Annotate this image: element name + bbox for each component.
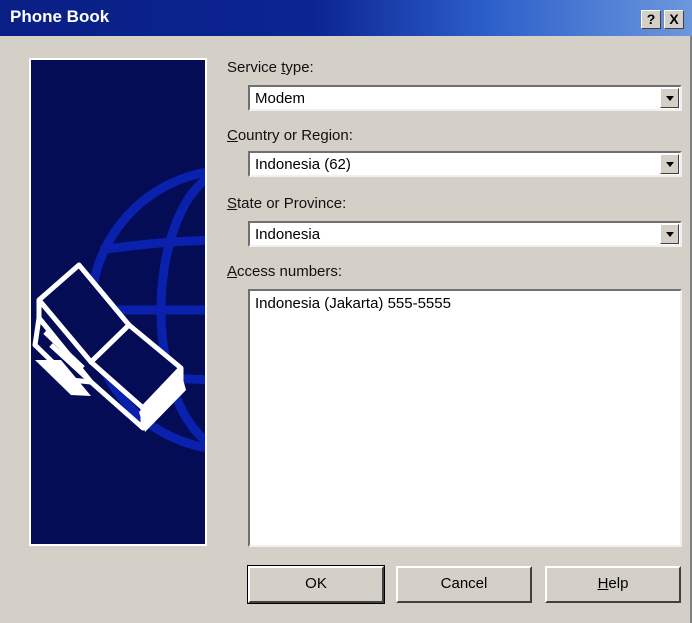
close-button[interactable]: X xyxy=(664,10,684,29)
help-button[interactable]: Help xyxy=(545,566,681,603)
phone-book-dialog: Phone Book ? X Service type: Modem Count… xyxy=(0,0,692,623)
window-title: Phone Book xyxy=(10,7,110,26)
chevron-down-icon[interactable] xyxy=(660,154,679,174)
service-type-combo[interactable]: Modem xyxy=(248,85,682,111)
country-region-value: Indonesia (62) xyxy=(255,156,351,173)
access-numbers-list[interactable]: Indonesia (Jakarta) 555-5555 xyxy=(248,289,682,547)
help-title-button[interactable]: ? xyxy=(641,10,661,29)
cancel-button[interactable]: Cancel xyxy=(396,566,532,603)
phone-book-graphic xyxy=(29,58,207,546)
country-region-label: Country or Region: xyxy=(227,127,353,144)
chevron-down-icon[interactable] xyxy=(660,224,679,244)
country-region-combo[interactable]: Indonesia (62) xyxy=(248,151,682,177)
state-province-combo[interactable]: Indonesia xyxy=(248,221,682,247)
chevron-down-icon[interactable] xyxy=(660,88,679,108)
access-numbers-label: Access numbers: xyxy=(227,263,343,280)
service-type-value: Modem xyxy=(255,90,306,107)
state-province-label: State or Province: xyxy=(227,195,347,212)
title-bar[interactable]: Phone Book ? X xyxy=(0,0,692,36)
list-item[interactable]: Indonesia (Jakarta) 555-5555 xyxy=(255,295,451,312)
ok-button[interactable]: OK xyxy=(247,565,385,604)
book-globe-icon xyxy=(31,60,205,544)
service-type-label: Service type: xyxy=(227,59,314,76)
state-province-value: Indonesia xyxy=(255,226,321,243)
